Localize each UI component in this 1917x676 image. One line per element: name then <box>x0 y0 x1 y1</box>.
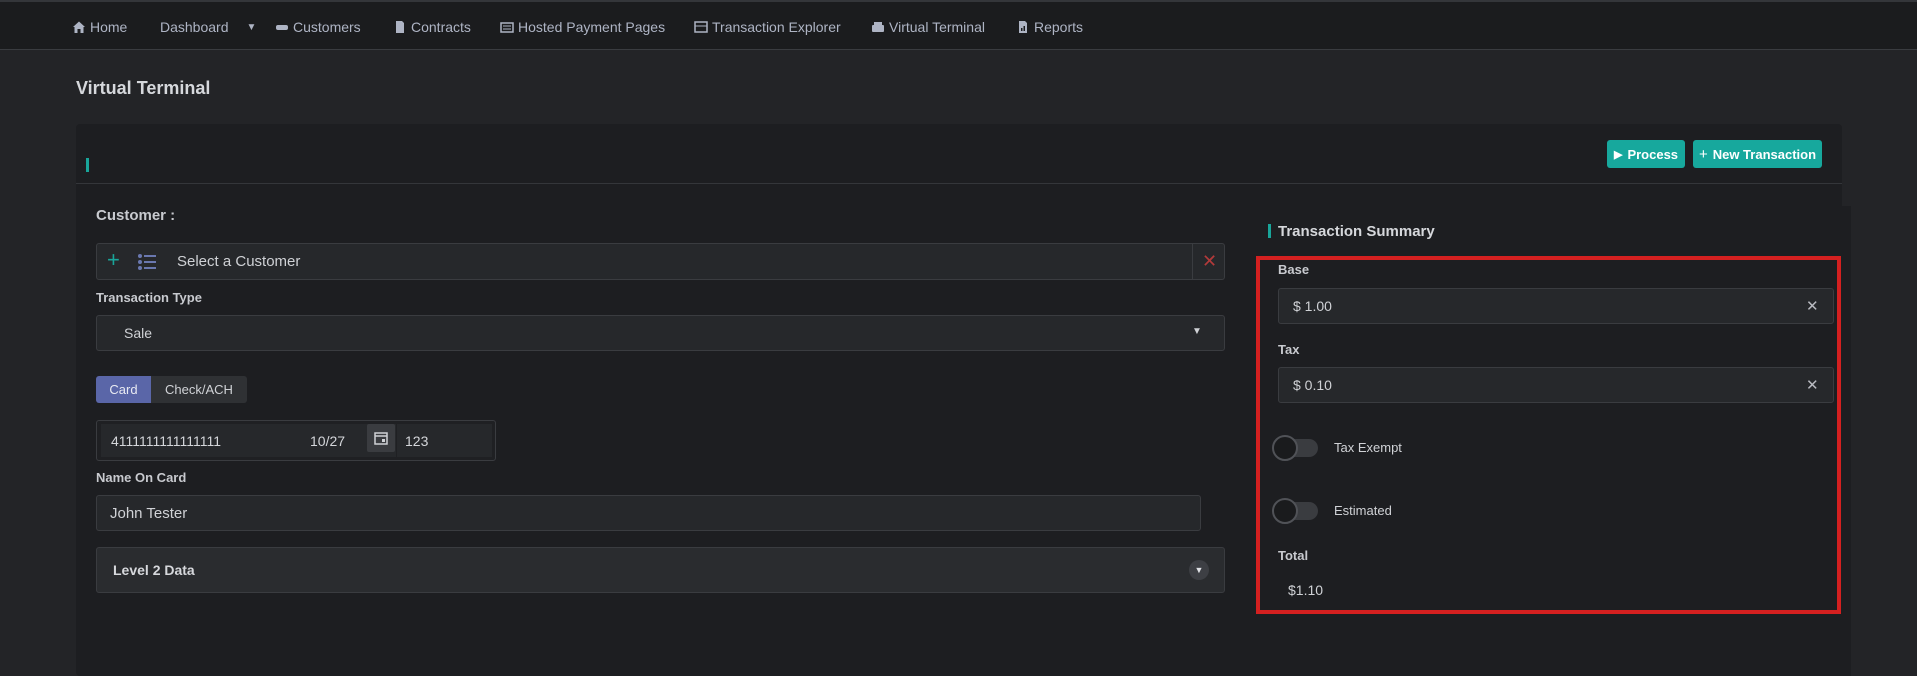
nav-transaction-explorer[interactable]: Transaction Explorer <box>694 19 841 35</box>
new-transaction-button[interactable]: + New Transaction <box>1693 140 1822 168</box>
total-label: Total <box>1278 548 1309 563</box>
dropdown-arrow-icon: ▼ <box>1192 326 1202 337</box>
calendar-button[interactable] <box>367 424 395 452</box>
clear-customer-icon[interactable]: ✕ <box>1192 244 1226 279</box>
tab-card[interactable]: Card <box>96 376 151 403</box>
customer-placeholder: Select a Customer <box>177 253 301 270</box>
top-navigation: Home Dashboard ▼ Customers Contracts Hos… <box>0 0 1917 50</box>
nav-home-label: Home <box>90 19 128 35</box>
card-number-input[interactable]: 4111111111111111 10/27 <box>101 424 396 457</box>
nav-contracts[interactable]: Contracts <box>393 19 471 35</box>
nav-reports[interactable]: Reports <box>1016 19 1083 35</box>
add-customer-icon[interactable]: + <box>107 247 120 273</box>
process-label: Process <box>1627 146 1679 162</box>
tax-exempt-label: Tax Exempt <box>1334 440 1402 455</box>
page-title: Virtual Terminal <box>76 78 211 98</box>
nav-customers-label: Customers <box>293 19 361 35</box>
level2-label: Level 2 Data <box>113 562 195 578</box>
nav-dashboard-label: Dashboard <box>160 19 229 35</box>
terminal-icon <box>872 22 884 32</box>
list-icon[interactable] <box>137 253 157 271</box>
chevron-down-icon[interactable]: ▼ <box>1189 560 1209 580</box>
expiry-value: 10/27 <box>310 433 346 449</box>
toggle-knob <box>1272 435 1298 461</box>
tax-value: $ 0.10 <box>1293 377 1332 393</box>
nav-terminal-label: Virtual Terminal <box>889 19 985 35</box>
new-transaction-label: New Transaction <box>1712 146 1817 162</box>
customer-select[interactable]: + Select a Customer ✕ <box>96 243 1225 280</box>
caret-down-icon: ▼ <box>246 21 257 33</box>
name-on-card-label: Name On Card <box>96 470 187 485</box>
name-on-card-input[interactable]: John Tester <box>96 495 1201 531</box>
nav-hosted-payment-pages[interactable]: Hosted Payment Pages <box>500 19 665 35</box>
toggle-knob <box>1272 498 1298 524</box>
card-details-group: 4111111111111111 10/27 123 <box>96 420 496 461</box>
tax-input[interactable]: $ 0.10 ✕ <box>1278 367 1834 403</box>
name-on-card-value: John Tester <box>110 505 188 522</box>
estimated-label: Estimated <box>1334 503 1392 518</box>
table-icon <box>694 21 708 33</box>
nav-explorer-label: Transaction Explorer <box>712 19 841 35</box>
nav-reports-label: Reports <box>1034 19 1084 35</box>
base-input[interactable]: $ 1.00 ✕ <box>1278 288 1834 324</box>
tab-check-label: Check/ACH <box>165 382 233 397</box>
nav-virtual-terminal[interactable]: Virtual Terminal <box>871 19 985 35</box>
process-button[interactable]: ▶ Process <box>1607 140 1685 168</box>
customer-label: Customer : <box>96 207 176 224</box>
summary-accent-bar <box>1268 224 1271 238</box>
home-icon <box>73 21 85 33</box>
clear-tax-icon[interactable]: ✕ <box>1806 376 1819 394</box>
nav-home[interactable]: Home <box>72 19 127 35</box>
document-icon <box>396 21 404 33</box>
calendar-icon <box>374 432 388 445</box>
report-icon <box>1019 21 1027 33</box>
tax-exempt-toggle[interactable] <box>1272 435 1318 461</box>
card-number-value: 4111111111111111 <box>111 433 222 449</box>
pages-icon <box>500 22 514 33</box>
payment-method-tabs: Card Check/ACH <box>96 376 247 403</box>
clear-base-icon[interactable]: ✕ <box>1806 297 1819 315</box>
cvv-input[interactable]: 123 <box>397 424 492 457</box>
estimated-toggle[interactable] <box>1272 498 1318 524</box>
level2-accordion[interactable]: Level 2 Data ▼ <box>96 547 1225 593</box>
base-value: $ 1.00 <box>1293 298 1332 314</box>
handshake-icon <box>276 25 288 30</box>
nav-contracts-label: Contracts <box>411 19 471 35</box>
card-header: ▶ Process + New Transaction <box>76 124 1842 184</box>
accent-bar <box>86 158 89 172</box>
nav-dashboard[interactable]: Dashboard ▼ <box>160 19 256 35</box>
base-label: Base <box>1278 262 1310 277</box>
tab-check-ach[interactable]: Check/ACH <box>151 376 247 403</box>
tab-card-label: Card <box>109 382 138 397</box>
nav-customers[interactable]: Customers <box>275 19 361 35</box>
nav-hosted-label: Hosted Payment Pages <box>518 19 666 35</box>
cvv-value: 123 <box>405 433 429 449</box>
play-icon: ▶ <box>1613 148 1623 161</box>
total-value: $1.10 <box>1288 582 1324 598</box>
summary-title: Transaction Summary <box>1278 223 1435 240</box>
plus-icon: + <box>1698 145 1708 163</box>
transaction-type-label: Transaction Type <box>96 290 202 305</box>
transaction-type-value: Sale <box>124 325 153 341</box>
transaction-type-select[interactable]: Sale ▼ <box>96 315 1225 351</box>
tax-label: Tax <box>1278 342 1300 357</box>
